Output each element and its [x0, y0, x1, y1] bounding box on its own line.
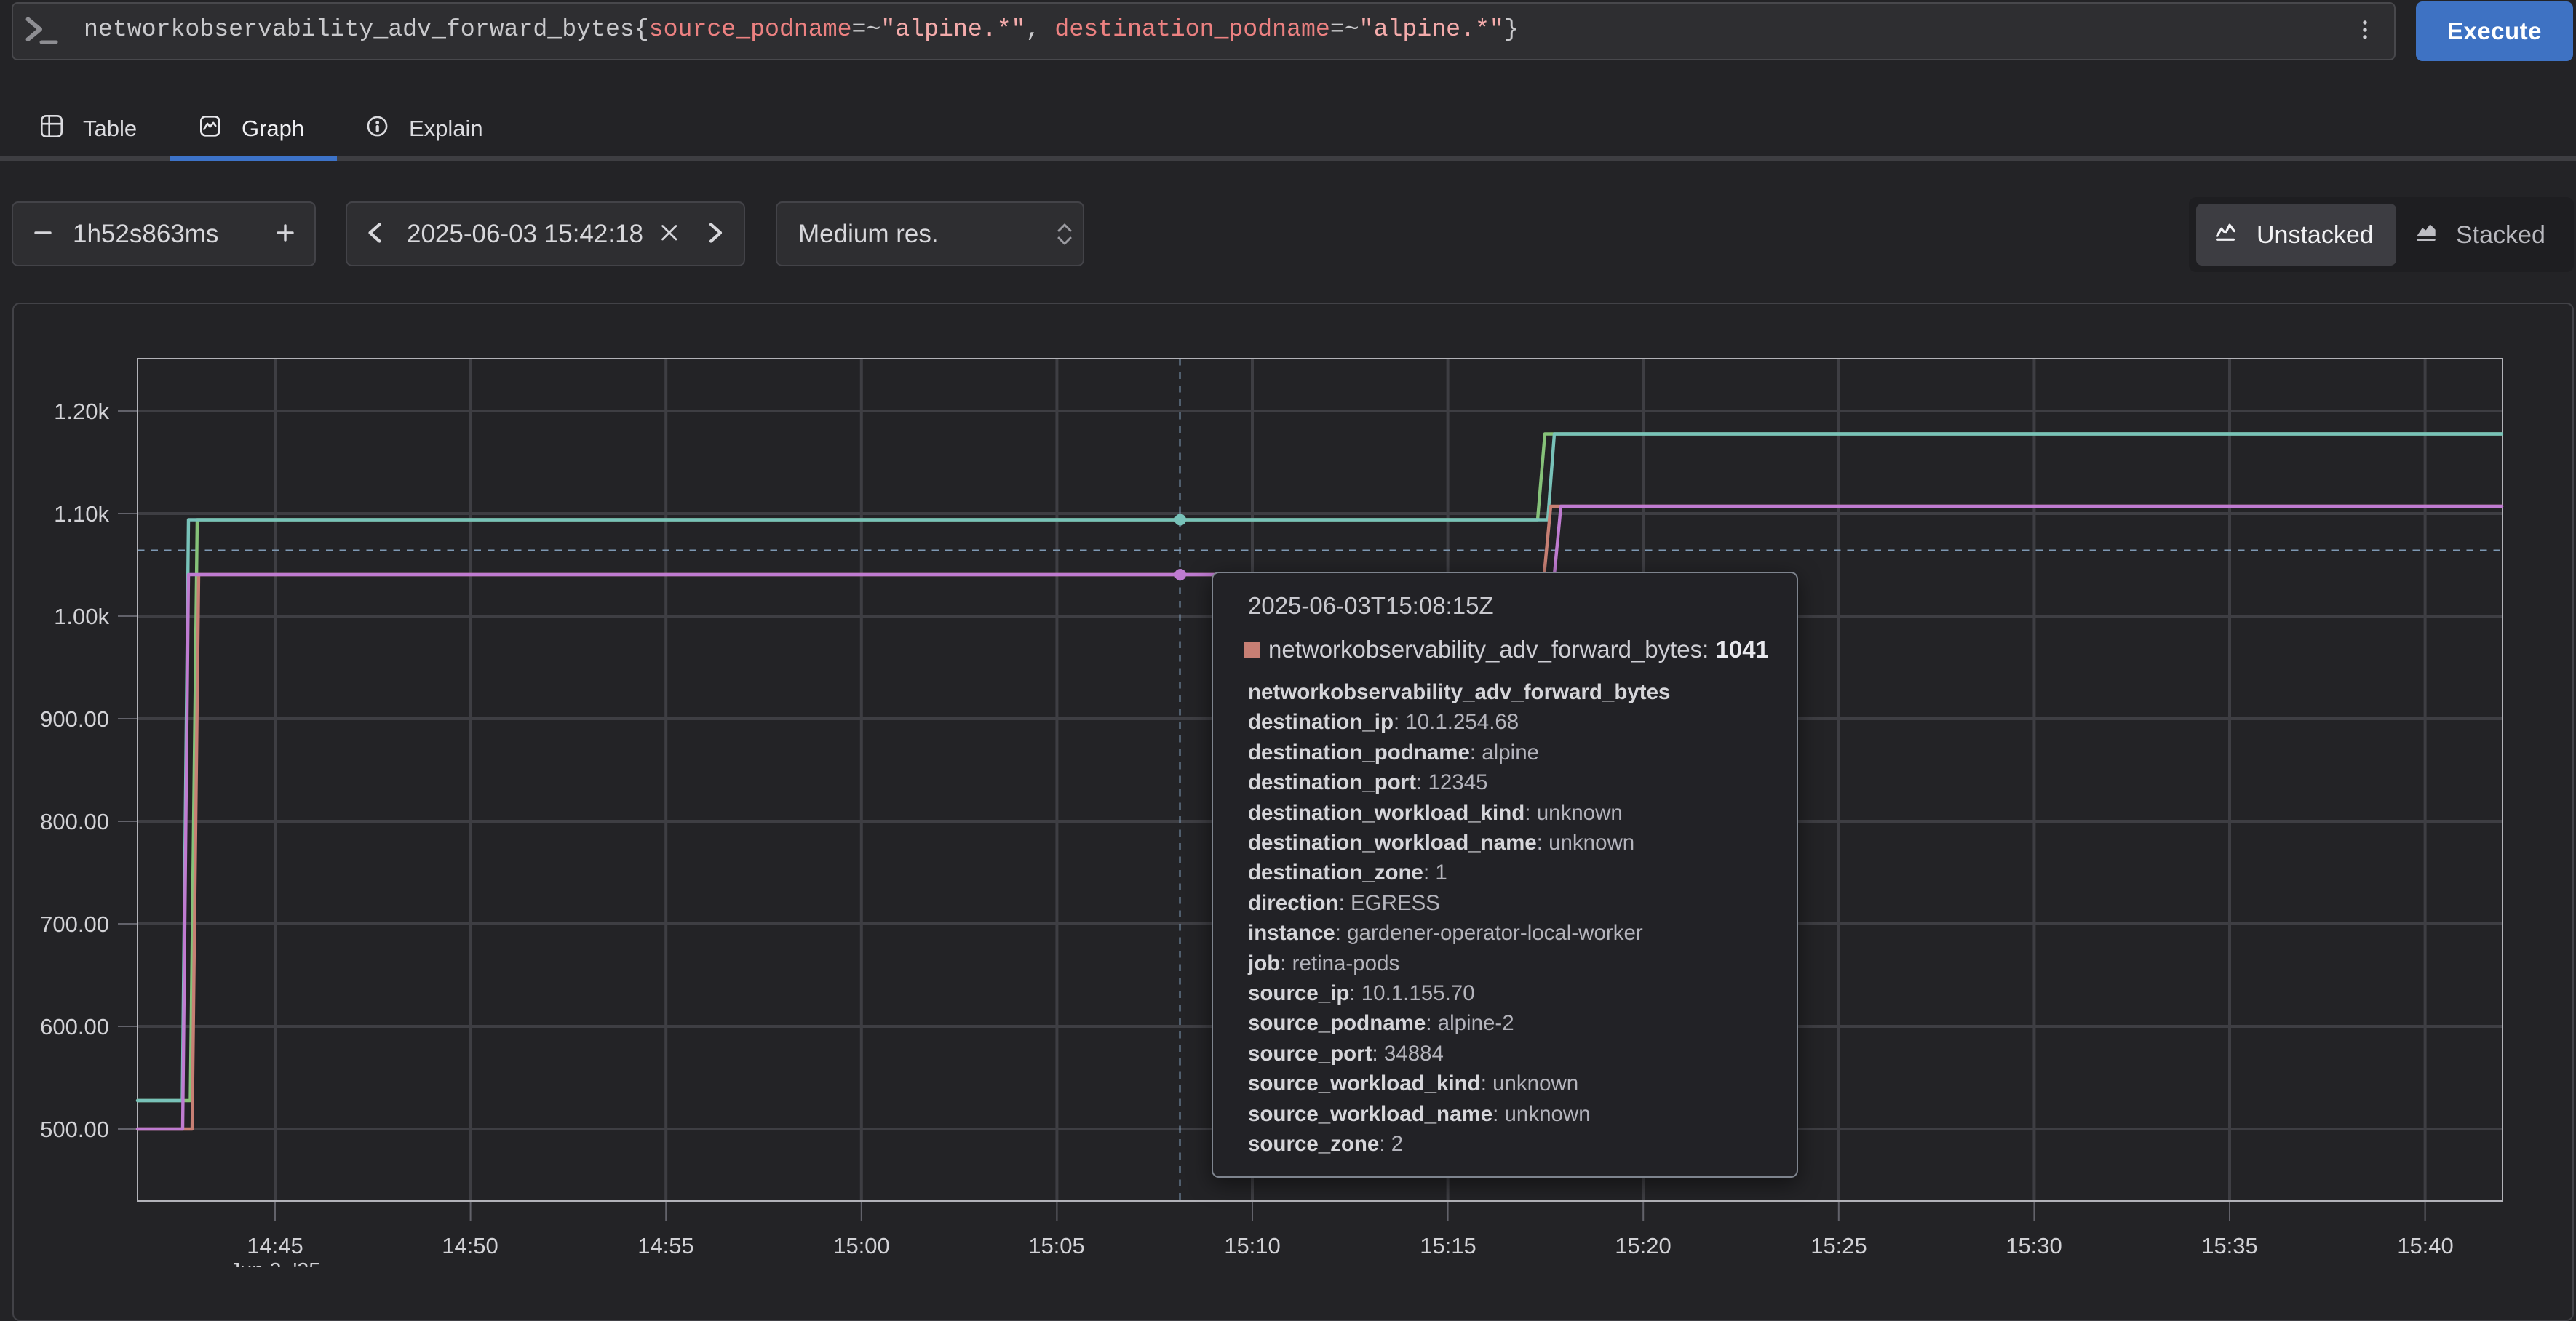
- svg-text:15:00: 15:00: [833, 1233, 890, 1258]
- svg-text:1.10k: 1.10k: [54, 501, 109, 527]
- svg-text:15:15: 15:15: [1420, 1233, 1476, 1258]
- svg-text:900.00: 900.00: [40, 706, 109, 732]
- svg-text:800.00: 800.00: [40, 809, 109, 834]
- svg-text:500.00: 500.00: [40, 1117, 109, 1142]
- svg-text:15:30: 15:30: [2005, 1233, 2062, 1258]
- svg-text:14:45: 14:45: [247, 1233, 303, 1258]
- svg-text:1.20k: 1.20k: [54, 399, 109, 424]
- svg-text:15:35: 15:35: [2201, 1233, 2258, 1258]
- svg-text:14:50: 14:50: [442, 1233, 498, 1258]
- svg-text:700.00: 700.00: [40, 911, 109, 937]
- svg-text:600.00: 600.00: [40, 1014, 109, 1039]
- svg-text:15:10: 15:10: [1224, 1233, 1281, 1258]
- svg-text:15:25: 15:25: [1810, 1233, 1867, 1258]
- svg-text:1.00k: 1.00k: [54, 604, 109, 629]
- svg-text:14:55: 14:55: [637, 1233, 694, 1258]
- svg-text:15:20: 15:20: [1615, 1233, 1671, 1258]
- svg-text:Jun 3, '25: Jun 3, '25: [230, 1259, 321, 1267]
- svg-text:15:40: 15:40: [2397, 1233, 2454, 1258]
- svg-text:15:05: 15:05: [1028, 1233, 1085, 1258]
